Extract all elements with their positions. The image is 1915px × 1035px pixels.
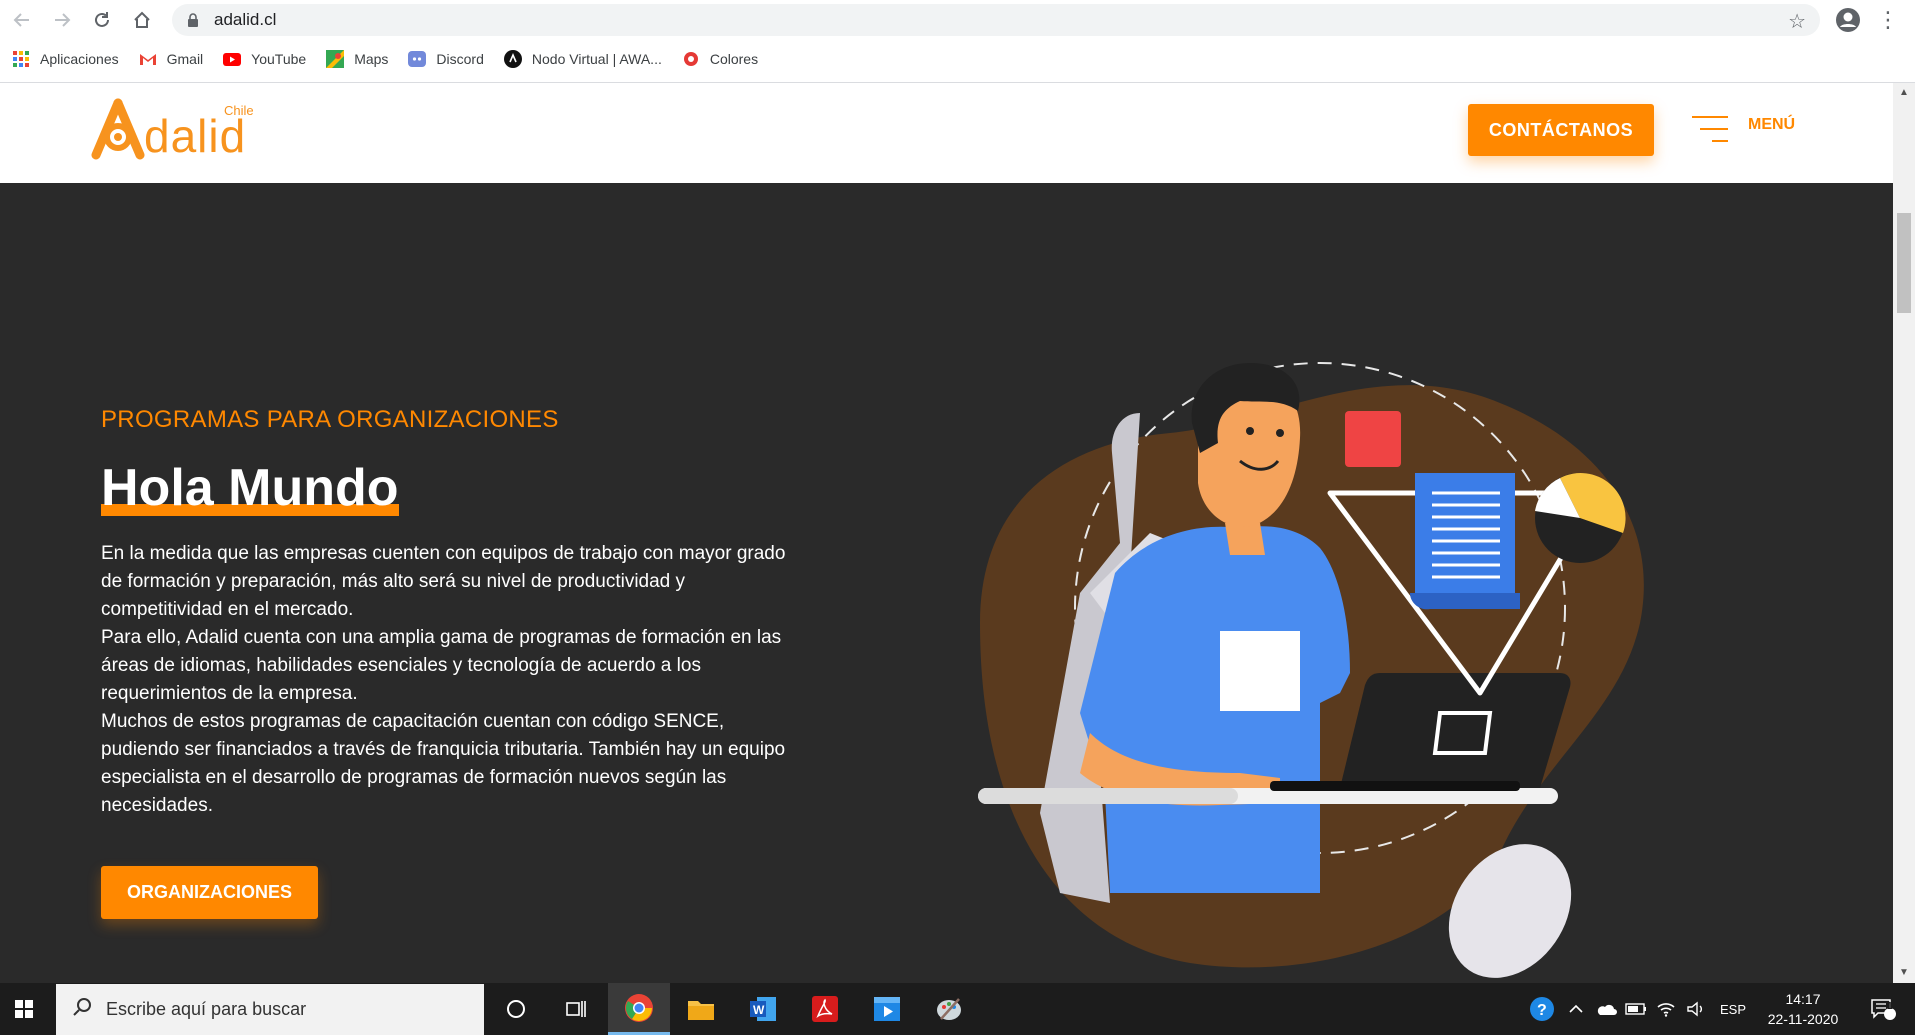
taskbar-file-explorer-icon[interactable]	[670, 983, 732, 1035]
organizaciones-button[interactable]: ORGANIZACIONES	[101, 866, 318, 919]
language-label: ESP	[1719, 1001, 1746, 1017]
neck	[1225, 523, 1265, 555]
taskbar-media-player-icon[interactable]	[856, 983, 918, 1035]
bookmark-label: Aplicaciones	[40, 51, 119, 67]
scroll-thumb[interactable]	[1897, 213, 1911, 313]
contact-button[interactable]: CONTÁCTANOS	[1468, 104, 1654, 156]
onedrive-cloud-icon[interactable]	[1592, 983, 1620, 1035]
site-header: dalid Chile CONTÁCTANOS MENÚ	[0, 83, 1893, 183]
bookmark-label: Nodo Virtual | AWA...	[531, 51, 662, 67]
windows-start-icon[interactable]	[0, 983, 48, 1035]
discord-icon	[408, 50, 427, 68]
scroll-up-arrow-icon[interactable]: ▲	[1899, 87, 1909, 98]
laptop-screen	[1340, 673, 1571, 788]
hero-title-wrap: Hola Mundo	[101, 458, 399, 518]
help-icon[interactable]: ?	[1526, 983, 1558, 1035]
taskbar-acrobat-icon[interactable]	[794, 983, 856, 1035]
hero-paragraph: Para ello, Adalid cuenta con una amplia …	[101, 627, 782, 704]
hero-paragraph: Muchos de estos programas de capacitació…	[101, 711, 786, 816]
bookmark-label: Gmail	[166, 51, 204, 67]
hero-eyebrow: PROGRAMAS PARA ORGANIZACIONES	[101, 406, 559, 433]
browser-toolbar: adalid.cl ☆ ⋮	[0, 0, 1915, 40]
clock-date: 22-11-2020	[1767, 1011, 1839, 1027]
desk-shadow	[978, 788, 1238, 804]
back-arrow-icon[interactable]	[2, 0, 42, 40]
youtube-icon	[223, 50, 242, 68]
language-indicator[interactable]: ESP	[1712, 983, 1754, 1035]
colores-icon	[682, 50, 700, 68]
logo-country: Chile	[224, 103, 254, 118]
shirt-patch	[1220, 631, 1300, 711]
browser-chrome: adalid.cl ☆ ⋮ Aplicaciones Gmail YouTube…	[0, 0, 1915, 83]
notification-count: 1	[1887, 1001, 1893, 1012]
bookmark-youtube[interactable]: YouTube	[223, 50, 306, 68]
scroll-down-arrow-icon[interactable]: ▼	[1899, 967, 1909, 978]
hero-description: En la medida que las empresas cuenten co…	[101, 540, 791, 820]
url-text: adalid.cl	[214, 10, 277, 29]
search-icon	[72, 997, 92, 1022]
shirt	[1080, 526, 1350, 893]
taskbar-word-icon[interactable]: W	[732, 983, 794, 1035]
page-scrollbar[interactable]: ▲ ▼	[1893, 83, 1915, 983]
hero-paragraph: En la medida que las empresas cuenten co…	[101, 543, 786, 620]
volume-icon[interactable]	[1682, 983, 1710, 1035]
adalid-logo-a-icon	[91, 98, 145, 160]
bookmarks-bar: Aplicaciones Gmail YouTube Maps Discord	[0, 44, 778, 74]
menu-label[interactable]: MENÚ	[1748, 116, 1795, 134]
bookmark-label: Maps	[354, 51, 389, 67]
notification-center-icon[interactable]: 1	[1860, 983, 1906, 1035]
taskbar-search-input[interactable]: Escribe aquí para buscar	[56, 984, 484, 1035]
bookmark-star-icon[interactable]: ☆	[1788, 9, 1806, 34]
task-view-icon[interactable]	[556, 983, 596, 1035]
gmail-icon	[139, 50, 157, 68]
search-placeholder: Escribe aquí para buscar	[106, 999, 307, 1019]
document	[1415, 473, 1515, 593]
home-icon[interactable]	[122, 0, 162, 40]
bookmark-aplicaciones[interactable]: Aplicaciones	[12, 50, 119, 68]
menu-lines-icon[interactable]	[1690, 113, 1730, 145]
wifi-icon[interactable]	[1652, 983, 1680, 1035]
bookmark-label: YouTube	[251, 51, 307, 67]
bookmark-label: Colores	[709, 51, 759, 67]
adalid-logo[interactable]: dalid Chile	[88, 97, 268, 167]
windows-taskbar: Escribe aquí para buscar W ? ESP 14:17 2…	[0, 983, 1915, 1035]
hero-section: PROGRAMAS PARA ORGANIZACIONES Hola Mundo…	[0, 183, 1893, 983]
hero-illustration	[978, 362, 1644, 978]
show-hidden-icons-chevron-icon[interactable]	[1562, 983, 1590, 1035]
svg-text:?: ?	[1537, 1002, 1547, 1019]
bookmark-gmail[interactable]: Gmail	[139, 50, 204, 68]
bookmark-discord[interactable]: Discord	[408, 50, 484, 68]
cortana-circle-icon[interactable]	[496, 983, 536, 1035]
svg-text:W: W	[753, 1003, 765, 1017]
bookmark-maps[interactable]: Maps	[326, 50, 388, 68]
clock-time: 14:17	[1785, 991, 1821, 1007]
taskbar-clock[interactable]: 14:17 22-11-2020	[1756, 989, 1850, 1029]
hero-title: Hola Mundo	[101, 459, 399, 517]
laptop-base	[1270, 781, 1520, 791]
bookmark-colores[interactable]: Colores	[682, 50, 758, 68]
lock-icon	[186, 13, 200, 27]
document-curl	[1410, 593, 1520, 610]
eye	[1276, 429, 1284, 437]
taskbar-chrome-icon[interactable]	[608, 983, 670, 1035]
forward-arrow-icon[interactable]	[42, 0, 82, 40]
maps-icon	[326, 50, 345, 68]
battery-icon[interactable]	[1622, 983, 1650, 1035]
taskbar-paint-icon[interactable]	[918, 983, 980, 1035]
reload-icon[interactable]	[82, 0, 122, 40]
browser-menu-icon[interactable]: ⋮	[1876, 6, 1900, 34]
address-bar[interactable]: adalid.cl ☆	[172, 4, 1820, 36]
bookmark-label: Discord	[436, 51, 484, 67]
eye	[1246, 427, 1254, 435]
bookmark-nodo-virtual[interactable]: Nodo Virtual | AWA...	[503, 50, 662, 68]
red-square	[1345, 411, 1401, 467]
apps-grid-icon	[12, 50, 30, 68]
profile-avatar-icon[interactable]	[1834, 6, 1862, 34]
nodo-virtual-icon	[503, 50, 522, 68]
